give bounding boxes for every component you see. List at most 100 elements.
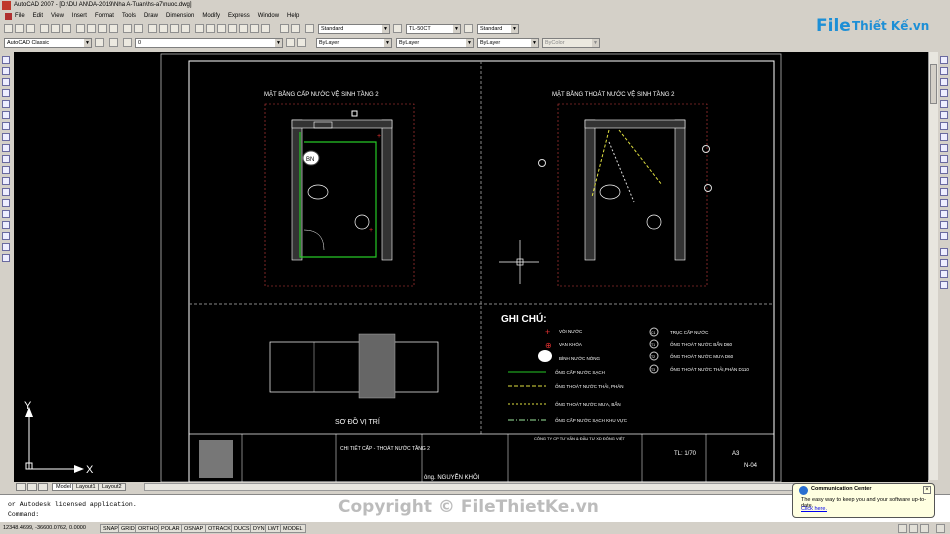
revision-cloud-icon[interactable] [2,133,10,141]
polar-toggle[interactable]: POLAR [158,524,183,533]
plot-icon[interactable] [40,24,49,33]
sheet-set-icon[interactable] [228,24,237,33]
explode-icon[interactable] [940,232,948,240]
rotate-icon[interactable] [940,122,948,130]
layer-toolbar-icon[interactable] [280,24,289,33]
tool-palettes-icon[interactable] [217,24,226,33]
scale-icon[interactable] [940,133,948,141]
text-front-icon[interactable] [940,281,948,289]
cut-icon[interactable] [76,24,85,33]
open-icon[interactable] [15,24,24,33]
multiline-text-icon[interactable] [2,254,10,262]
help-icon[interactable] [261,24,270,33]
copy-object-icon[interactable] [940,67,948,75]
clean-screen-icon[interactable] [936,524,945,533]
table-icon[interactable] [2,243,10,251]
publish-icon[interactable] [62,24,71,33]
ellipse-arc-icon[interactable] [2,166,10,174]
break-at-point-icon[interactable] [940,177,948,185]
lineweight-select[interactable]: ByLayer ▼ [477,38,539,48]
plot-preview-icon[interactable] [51,24,60,33]
text-style-icon[interactable] [305,24,314,33]
join-icon[interactable] [940,199,948,207]
lock-icon[interactable] [898,524,907,533]
pan-icon[interactable] [148,24,157,33]
menu-insert[interactable]: Insert [68,11,91,22]
save-icon[interactable] [26,24,35,33]
menu-dimension[interactable]: Dimension [162,11,198,22]
properties-icon[interactable] [195,24,204,33]
tray-settings-icon[interactable] [920,524,929,533]
region-icon[interactable] [2,232,10,240]
workspace-settings-icon[interactable] [95,38,104,47]
point-icon[interactable] [2,199,10,207]
rectangle-icon[interactable] [2,100,10,108]
communication-center-icon[interactable] [909,524,918,533]
tab-next-icon[interactable] [38,483,48,491]
fillet-icon[interactable] [940,221,948,229]
color-select[interactable]: ByLayer ▼ [316,38,392,48]
draw-order-icon[interactable] [940,248,948,256]
insert-block-icon[interactable] [2,177,10,185]
layer-previous-icon[interactable] [297,38,306,47]
zoom-window-icon[interactable] [170,24,179,33]
calculator-icon[interactable] [250,24,259,33]
layer-state-icon[interactable] [123,38,132,47]
plotstyle-select[interactable]: ByColor ▼ [542,38,600,48]
camera-icon[interactable] [291,24,300,33]
menu-format[interactable]: Format [91,11,118,22]
extend-icon[interactable] [940,166,948,174]
vertical-scrollbar[interactable] [928,52,938,480]
tab-layout2[interactable]: Layout2 [98,483,126,491]
otrack-toggle[interactable]: OTRACK [205,524,234,533]
offset-icon[interactable] [940,89,948,97]
redo-icon[interactable] [134,24,143,33]
stretch-icon[interactable] [940,144,948,152]
copy-icon[interactable] [87,24,96,33]
table-style-select[interactable]: Standard ▼ [477,24,519,34]
ellipse-icon[interactable] [2,155,10,163]
menu-draw[interactable]: Draw [140,11,162,22]
layer-select[interactable]: 0 ▼ [135,38,283,48]
menu-express[interactable]: Express [224,11,254,22]
layer-manager-icon[interactable] [109,38,118,47]
spline-icon[interactable] [2,144,10,152]
markup-icon[interactable] [239,24,248,33]
match-properties-icon[interactable] [109,24,118,33]
send-back-icon[interactable] [940,270,948,278]
polygon-icon[interactable] [2,89,10,97]
design-center-icon[interactable] [206,24,215,33]
chamfer-icon[interactable] [940,210,948,218]
osnap-toggle[interactable]: OSNAP [181,524,207,533]
erase-icon[interactable] [940,56,948,64]
linetype-select[interactable]: ByLayer ▼ [396,38,474,48]
menu-window[interactable]: Window [254,11,283,22]
hatch-icon[interactable] [2,210,10,218]
tab-prev-icon[interactable] [27,483,37,491]
menu-file[interactable]: File [3,11,29,22]
line-icon[interactable] [2,56,10,64]
zoom-previous-icon[interactable] [181,24,190,33]
command-prompt[interactable]: Command: [8,510,39,519]
menu-view[interactable]: View [47,11,68,22]
tab-first-icon[interactable] [16,483,26,491]
new-icon[interactable] [4,24,13,33]
workspace-select[interactable]: AutoCAD Classic ▼ [4,38,92,48]
tab-layout1[interactable]: Layout1 [72,483,100,491]
drawing-canvas[interactable]: MẶT BẰNG CẤP NƯỚC VỆ SINH TẦNG 2 BN + + … [14,52,928,482]
menu-tools[interactable]: Tools [118,11,140,22]
vertical-scroll-thumb[interactable] [930,64,937,104]
menu-edit[interactable]: Edit [29,11,47,22]
dim-style-select[interactable]: TL-50CT ▼ [406,24,461,34]
polyline-icon[interactable] [2,78,10,86]
arc-icon[interactable] [2,111,10,119]
zoom-realtime-icon[interactable] [159,24,168,33]
bring-front-icon[interactable] [940,259,948,267]
gradient-icon[interactable] [2,221,10,229]
text-style-select[interactable]: Standard ▼ [318,24,390,34]
menu-modify[interactable]: Modify [198,11,224,22]
construction-line-icon[interactable] [2,67,10,75]
move-icon[interactable] [940,111,948,119]
undo-icon[interactable] [123,24,132,33]
make-current-layer-icon[interactable] [286,38,295,47]
